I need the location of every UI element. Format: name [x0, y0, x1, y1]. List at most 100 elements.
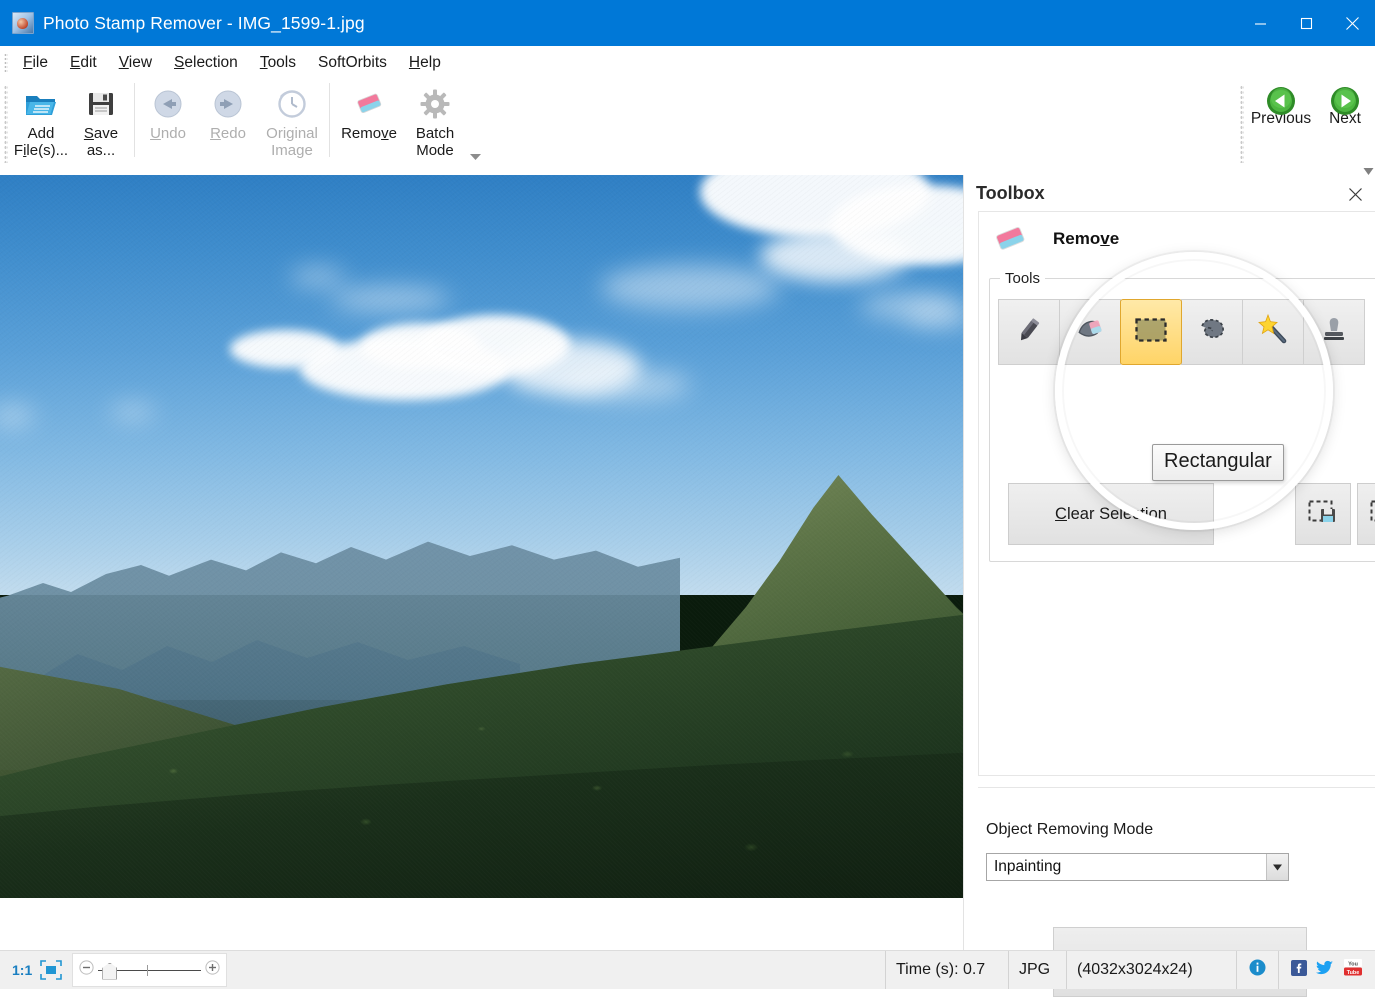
tool-magic-wand-button[interactable] — [1242, 299, 1304, 365]
stamp-icon — [1318, 314, 1350, 351]
application-window: Photo Stamp Remover - IMG_1599-1.jpg FFi… — [0, 0, 1375, 988]
zoom-ratio-label: 1:1 — [0, 962, 40, 978]
clear-selection-label: Clear Selection — [1055, 505, 1167, 524]
tool-lasso-button[interactable] — [1181, 299, 1243, 365]
file-format-label: JPG — [1019, 961, 1050, 979]
gear-icon — [419, 86, 451, 122]
toolbox-header: Toolbox — [964, 175, 1375, 211]
menu-item-file[interactable]: FFileile — [12, 51, 59, 75]
scroll-down-icon[interactable] — [1363, 163, 1374, 174]
toolbox-mode-row: Remove — [979, 212, 1375, 254]
facebook-icon[interactable] — [1291, 960, 1307, 981]
fit-to-window-icon[interactable] — [40, 959, 62, 981]
zoom-slider-track[interactable] — [98, 963, 201, 978]
tool-tooltip: Rectangular — [1152, 444, 1284, 481]
status-spacer — [227, 951, 886, 989]
tools-row — [998, 299, 1375, 365]
tool-eraser-button[interactable] — [1059, 299, 1121, 365]
ribbon-group-history: Undo Redo — [138, 79, 326, 171]
redo-button[interactable]: Redo — [198, 79, 258, 173]
object-removing-mode-select[interactable]: Inpainting — [986, 853, 1289, 881]
rectangular-selection-icon — [1133, 315, 1169, 350]
load-selection-button[interactable] — [1357, 483, 1375, 545]
zoom-slider[interactable] — [72, 953, 227, 987]
tools-group: Tools — [989, 270, 1375, 562]
image-canvas[interactable]: SHOT ON MI 9T AI TRIPLE CAMERA — [0, 175, 963, 950]
toolbox-panel: Toolbox — [963, 175, 1375, 950]
tool-stamp-button[interactable] — [1303, 299, 1365, 365]
batch-mode-label: BatchMode — [416, 125, 454, 159]
chevron-down-icon[interactable] — [467, 149, 483, 165]
ribbon-remove-label: Remove — [341, 125, 397, 142]
plus-icon[interactable] — [205, 960, 220, 980]
cloud — [600, 265, 780, 310]
add-files-label: Add File(s)... — [14, 125, 68, 159]
zoom-slider-thumb[interactable] — [102, 963, 117, 980]
info-cell[interactable] — [1237, 951, 1279, 989]
previous-button[interactable]: Previous — [1247, 79, 1315, 169]
file-format-cell: JPG — [1009, 951, 1067, 989]
tools-legend: Tools — [1000, 270, 1045, 287]
toolbox-body: Remove Tools — [978, 211, 1375, 776]
processing-time-label: Time (s): 0.7 — [896, 961, 985, 979]
clear-selection-button[interactable]: Clear Selection — [1008, 483, 1214, 545]
next-button[interactable]: Next — [1315, 79, 1375, 169]
original-image-button[interactable]: OriginalImage — [258, 79, 326, 173]
menu-item-softorbits[interactable]: SoftOrbits — [307, 51, 398, 75]
menu-bar: FFileile Edit View Selection Tools SoftO… — [0, 46, 1375, 79]
canvas-empty-area — [0, 898, 963, 950]
save-selection-icon — [1307, 498, 1339, 531]
photo-mountain-landscape[interactable] — [0, 175, 963, 898]
tool-marker-button[interactable] — [998, 299, 1060, 365]
svg-text:Tube: Tube — [1347, 970, 1359, 976]
magic-wand-icon — [1256, 313, 1290, 352]
save-selection-button[interactable] — [1295, 483, 1351, 545]
ribbon-group-navigation: Previous Next — [1236, 79, 1375, 171]
load-selection-icon — [1369, 498, 1375, 531]
cloud — [330, 287, 450, 311]
floppy-disk-icon — [86, 86, 116, 122]
eraser-tool-icon — [1073, 313, 1107, 352]
info-icon[interactable] — [1249, 959, 1266, 981]
ribbon-grip-handle[interactable] — [4, 85, 8, 163]
window-title: Photo Stamp Remover - IMG_1599-1.jpg — [43, 13, 365, 34]
menu-item-edit[interactable]: Edit — [59, 51, 108, 75]
app-photo-icon — [12, 12, 34, 34]
menu-item-view[interactable]: View — [108, 51, 163, 75]
close-icon[interactable] — [1346, 185, 1364, 203]
ribbon-separator-2 — [329, 83, 330, 157]
cloud — [760, 230, 910, 282]
undo-label: Undo — [150, 125, 186, 142]
close-button[interactable] — [1329, 0, 1375, 46]
ribbon-separator-1 — [134, 83, 135, 157]
eraser-icon — [989, 224, 1031, 254]
minus-icon[interactable] — [79, 960, 94, 980]
ribbon-remove-button[interactable]: Remove — [333, 79, 405, 173]
minimize-button[interactable] — [1237, 0, 1283, 46]
ribbon-group-actions: Remove — [333, 79, 483, 171]
menu-item-help[interactable]: Help — [398, 51, 452, 75]
original-image-label: OriginalImage — [266, 125, 318, 159]
batch-mode-button[interactable]: BatchMode — [405, 79, 465, 173]
menu-grip-handle[interactable] — [4, 53, 8, 73]
green-left-arrow-icon — [1266, 86, 1296, 121]
image-dimensions-label: (4032x3024x24) — [1077, 961, 1193, 979]
twitter-icon[interactable] — [1316, 960, 1334, 981]
ribbon-group-file: Add File(s)... Saveas... — [11, 79, 131, 171]
cloud — [110, 405, 155, 419]
maximize-button[interactable] — [1283, 0, 1329, 46]
marker-pen-icon — [1012, 313, 1046, 352]
save-as-label: Saveas... — [84, 125, 118, 159]
panel-divider — [978, 787, 1375, 788]
title-bar: Photo Stamp Remover - IMG_1599-1.jpg — [0, 0, 1375, 46]
nav-grip-handle[interactable] — [1240, 85, 1244, 163]
chevron-down-icon[interactable] — [1266, 854, 1288, 880]
menu-item-tools[interactable]: Tools — [249, 51, 307, 75]
menu-item-selection[interactable]: Selection — [163, 51, 249, 75]
youtube-icon[interactable]: You Tube — [1343, 959, 1363, 981]
tool-rectangular-button[interactable] — [1120, 299, 1182, 365]
save-as-button[interactable]: Saveas... — [71, 79, 131, 173]
undo-button[interactable]: Undo — [138, 79, 198, 173]
add-files-button[interactable]: Add File(s)... — [11, 79, 71, 173]
window-controls — [1237, 0, 1375, 46]
